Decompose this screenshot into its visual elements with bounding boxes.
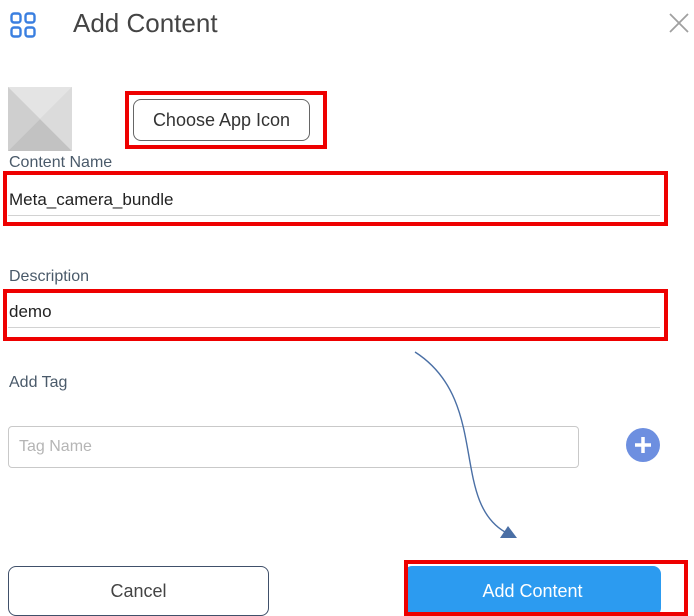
tag-name-input[interactable] [8, 426, 579, 468]
plus-circle-icon [635, 437, 651, 453]
add-tag-label: Add Tag [9, 374, 68, 391]
description-label: Description [9, 268, 90, 285]
add-tag-button[interactable] [626, 428, 660, 462]
cancel-button[interactable]: Cancel [8, 566, 269, 616]
content-name-input[interactable] [8, 184, 660, 216]
choose-app-icon-button[interactable]: Choose App Icon [133, 99, 310, 141]
add-content-button[interactable]: Add Content [404, 566, 661, 616]
description-input[interactable] [8, 296, 660, 328]
content-name-label: Content Name [9, 154, 113, 171]
close-icon[interactable] [668, 12, 690, 34]
apps-grid-icon[interactable] [10, 12, 36, 38]
dialog-title: Add Content [73, 8, 218, 38]
image-placeholder-icon [8, 87, 72, 151]
